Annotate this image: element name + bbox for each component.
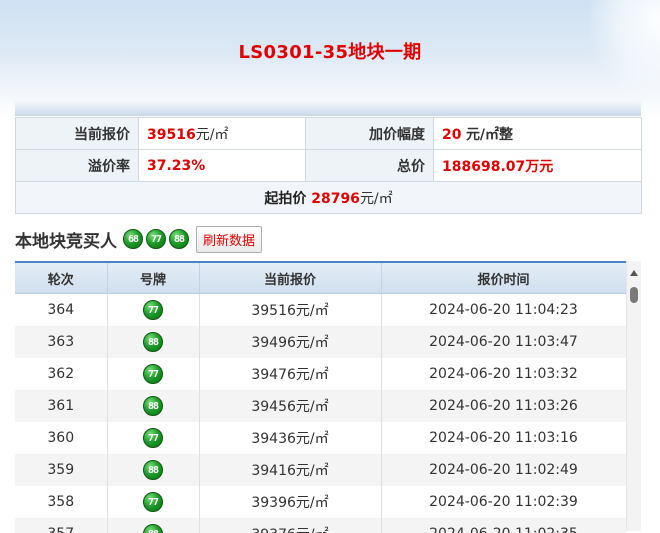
- total-price-value: 188698.07万元: [434, 150, 642, 182]
- increment-label: 加价幅度: [306, 118, 434, 150]
- price-cell: 39416元/㎡: [199, 454, 381, 486]
- header-divider: [15, 100, 641, 116]
- table-row[interactable]: 358 77 39396元/㎡2024-06-20 11:02:39: [15, 486, 626, 518]
- time-cell: 2024-06-20 11:02:49: [381, 454, 626, 486]
- summary-row: 当前报价 39516元/㎡ 加价幅度 20 元/㎡整: [16, 118, 642, 150]
- plate-badge: 88: [143, 460, 163, 480]
- plate-badge: 77: [143, 364, 163, 384]
- bid-history-body: 364 77 39516元/㎡2024-06-20 11:04:23 363 88 394…: [15, 294, 626, 533]
- page-title: LS0301-35地块一期: [0, 38, 660, 64]
- time-cell: 2024-06-20 11:04:23: [381, 294, 626, 327]
- scroll-up-arrow-icon[interactable]: [630, 270, 638, 276]
- bidders-title: 本地块竞买人: [15, 227, 117, 252]
- premium-rate-label: 溢价率: [16, 150, 139, 182]
- bid-history-table-wrap: 轮次 号牌 当前报价 报价时间 3647739516元/㎡2024-06-20 …: [15, 261, 626, 533]
- round-cell: 359: [15, 454, 107, 486]
- table-row[interactable]: 361 88 39456元/㎡2024-06-20 11:03:26: [15, 390, 626, 422]
- column-header-round[interactable]: 轮次: [15, 263, 107, 294]
- time-cell: 2024-06-20 11:02:39: [381, 486, 626, 518]
- scrollbar-thumb[interactable]: [630, 287, 638, 303]
- plate-cell: 88: [107, 454, 199, 486]
- table-header-row: 轮次 号牌 当前报价 报价时间: [15, 263, 626, 294]
- increment-value: 20 元/㎡整: [434, 118, 642, 150]
- plate-cell: 77: [107, 486, 199, 518]
- bidder-badge: 68: [123, 229, 143, 249]
- round-cell: 364: [15, 294, 107, 327]
- round-cell: 362: [15, 358, 107, 390]
- plate-cell: 77: [107, 294, 199, 327]
- bidder-badge: 77: [146, 229, 166, 249]
- current-price-value: 39516元/㎡: [139, 118, 306, 150]
- time-cell: 2024-06-20 11:03:26: [381, 390, 626, 422]
- time-cell: 2024-06-20 11:03:32: [381, 358, 626, 390]
- plate-badge: 77: [143, 428, 163, 448]
- price-cell: 39456元/㎡: [199, 390, 381, 422]
- plate-badge: 88: [143, 332, 163, 352]
- plate-badge: 88: [143, 396, 163, 416]
- plate-cell: 88: [107, 326, 199, 358]
- time-cell: 2024-06-20 11:03:16: [381, 422, 626, 454]
- price-summary-table: 当前报价 39516元/㎡ 加价幅度 20 元/㎡整 溢价率 37.23% 总价…: [15, 117, 642, 214]
- plate-cell: 77: [107, 358, 199, 390]
- premium-rate-value: 37.23%: [139, 150, 306, 182]
- summary-row: 起拍价 28796元/㎡: [16, 182, 642, 214]
- starting-price: 起拍价 28796元/㎡: [16, 182, 642, 214]
- bidders-section: 本地块竞买人 68 77 88 刷新数据: [15, 226, 262, 252]
- time-cell: 2024-06-20 11:03:47: [381, 326, 626, 358]
- price-cell: 39516元/㎡: [199, 294, 381, 327]
- page-header: LS0301-35地块一期: [0, 0, 660, 118]
- price-cell: 39396元/㎡: [199, 486, 381, 518]
- column-header-price[interactable]: 当前报价: [199, 263, 381, 294]
- plate-cell: 88: [107, 390, 199, 422]
- plate-badge: 77: [143, 492, 163, 512]
- table-row[interactable]: 359 88 39416元/㎡2024-06-20 11:02:49: [15, 454, 626, 486]
- price-cell: 39496元/㎡: [199, 326, 381, 358]
- refresh-data-button[interactable]: 刷新数据: [196, 226, 262, 253]
- column-header-plate[interactable]: 号牌: [107, 263, 199, 294]
- table-row[interactable]: 360 77 39436元/㎡2024-06-20 11:03:16: [15, 422, 626, 454]
- price-cell: 39436元/㎡: [199, 422, 381, 454]
- price-cell: 39476元/㎡: [199, 358, 381, 390]
- table-row[interactable]: 364 77 39516元/㎡2024-06-20 11:04:23: [15, 294, 626, 327]
- bid-history-table: 轮次 号牌 当前报价 报价时间 3647739516元/㎡2024-06-20 …: [15, 263, 626, 533]
- plate-badge: 88: [143, 524, 163, 533]
- table-row[interactable]: 363 88 39496元/㎡2024-06-20 11:03:47: [15, 326, 626, 358]
- total-price-label: 总价: [306, 150, 434, 182]
- current-price-label: 当前报价: [16, 118, 139, 150]
- table-scrollbar[interactable]: [626, 261, 641, 531]
- round-cell: 361: [15, 390, 107, 422]
- table-row[interactable]: 362 77 39476元/㎡2024-06-20 11:03:32: [15, 358, 626, 390]
- summary-row: 溢价率 37.23% 总价 188698.07万元: [16, 150, 642, 182]
- bidder-badge: 88: [169, 229, 189, 249]
- round-cell: 360: [15, 422, 107, 454]
- round-cell: 363: [15, 326, 107, 358]
- plate-cell: 77: [107, 422, 199, 454]
- column-header-time[interactable]: 报价时间: [381, 263, 626, 294]
- plate-badge: 77: [143, 300, 163, 320]
- round-cell: 358: [15, 486, 107, 518]
